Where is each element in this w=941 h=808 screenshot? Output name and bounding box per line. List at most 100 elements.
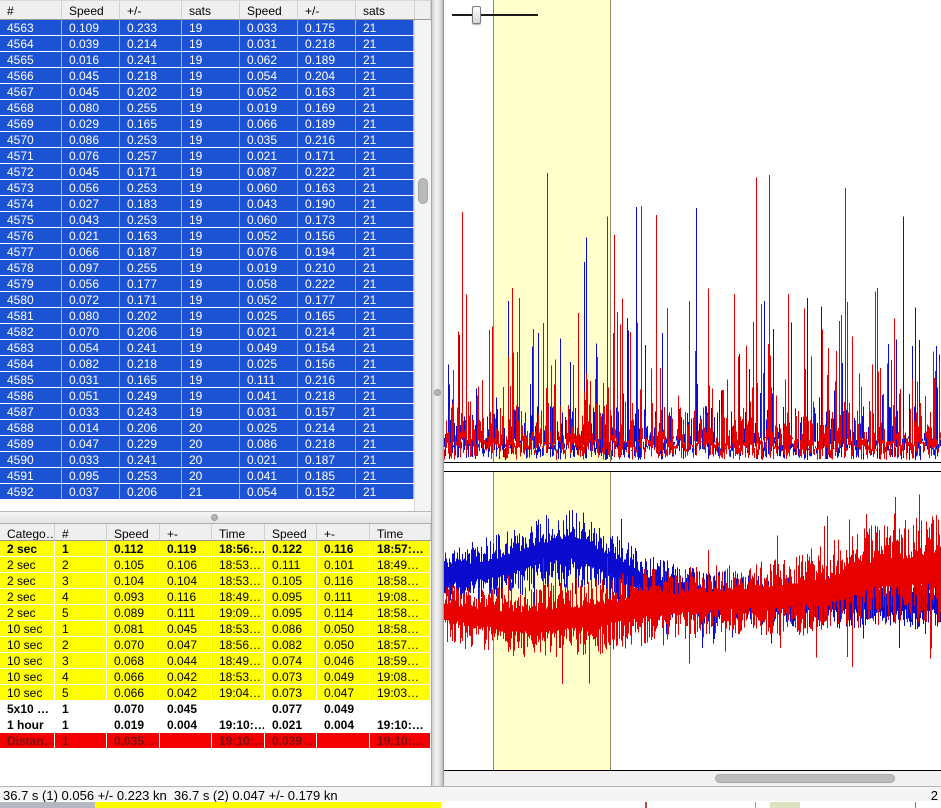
slider-handle-icon[interactable] — [472, 6, 481, 24]
table-cell: 20 — [182, 436, 240, 451]
vertical-scrollbar[interactable] — [414, 20, 431, 511]
table-row[interactable]: 45710.0760.257190.0210.17121 — [0, 148, 414, 164]
table-cell: 4590 — [0, 452, 62, 467]
column-header: Speed — [62, 1, 120, 19]
result-row[interactable]: 10 sec10.0810.04518:53…0.0860.05018:58… — [0, 621, 431, 637]
table-row[interactable]: 45870.0330.243190.0310.15721 — [0, 404, 414, 420]
result-row[interactable]: 2 sec40.0930.11618:49…0.0950.11119:08… — [0, 589, 431, 605]
table-row[interactable]: 45680.0800.255190.0190.16921 — [0, 100, 414, 116]
speed-trace-chart-plot[interactable] — [444, 472, 941, 770]
table-cell: 1 — [55, 701, 107, 717]
result-row[interactable]: 10 sec20.0700.04718:56…0.0820.05018:57… — [0, 637, 431, 653]
table-row[interactable]: 45810.0800.202190.0250.16521 — [0, 308, 414, 324]
table-cell: 0.189 — [298, 116, 356, 131]
table-row[interactable]: 45910.0950.253200.0410.18521 — [0, 468, 414, 484]
table-cell: 0.042 — [160, 685, 212, 701]
result-row[interactable]: Distan…10.035 …19:10:…0.039 …19:10:… — [0, 733, 431, 749]
column-header: Speed — [240, 1, 298, 19]
table-row[interactable]: 45890.0470.229200.0860.21821 — [0, 436, 414, 452]
table-cell: 4583 — [0, 340, 62, 355]
splitter-grip-icon[interactable] — [211, 514, 218, 521]
horizontal-scrollbar-thumb[interactable] — [715, 774, 895, 783]
table-cell: 2 sec — [0, 557, 55, 573]
trackpoint-table-header[interactable]: #Speed+/-satsSpeed+/-sats — [0, 0, 431, 20]
table-cell: 19:10:… — [370, 717, 431, 733]
table-row[interactable]: 45830.0540.241190.0490.15421 — [0, 340, 414, 356]
result-row[interactable]: 1 hour10.0190.00419:10:…0.0210.00419:10:… — [0, 717, 431, 733]
speed-trace-chart[interactable] — [444, 471, 941, 771]
table-cell: 0.243 — [120, 404, 182, 419]
trackpoint-table[interactable]: #Speed+/-satsSpeed+/-sats 45630.1090.233… — [0, 0, 431, 511]
table-cell: 0.114 — [317, 605, 370, 621]
table-row[interactable]: 45760.0210.163190.0520.15621 — [0, 228, 414, 244]
table-cell: 21 — [356, 84, 414, 99]
table-row[interactable]: 45640.0390.214190.0310.21821 — [0, 36, 414, 52]
status-bar: 36.7 s (1) 0.056 +/- 0.223 kn 36.7 s (2)… — [0, 786, 941, 801]
result-row[interactable]: 2 sec30.1040.10418:53…0.1050.11618:58… — [0, 573, 431, 589]
table-cell: 0.253 — [120, 180, 182, 195]
vertical-splitter[interactable] — [431, 0, 444, 786]
slider-track[interactable] — [452, 14, 538, 16]
table-cell: 21 — [356, 420, 414, 435]
table-row[interactable]: 45900.0330.241200.0210.18721 — [0, 452, 414, 468]
result-row[interactable]: 2 sec20.1050.10618:53…0.1110.10118:49… — [0, 557, 431, 573]
table-cell: 19 — [182, 52, 240, 67]
result-row[interactable]: 5x10 …10.0700.0450.0770.049 — [0, 701, 431, 717]
table-row[interactable]: 45780.0970.255190.0190.21021 — [0, 260, 414, 276]
trackpoint-table-body[interactable]: 45630.1090.233190.0330.1752145640.0390.2… — [0, 20, 414, 500]
table-row[interactable]: 45880.0140.206200.0250.21421 — [0, 420, 414, 436]
table-cell: 4588 — [0, 420, 62, 435]
column-header: sats — [356, 1, 415, 19]
table-cell: 4570 — [0, 132, 62, 147]
table-cell: 5 — [55, 685, 107, 701]
results-table-body[interactable]: 2 sec10.1120.11918:56:…0.1220.11618:57:…… — [0, 541, 431, 749]
table-row[interactable]: 45730.0560.253190.0600.16321 — [0, 180, 414, 196]
table-row[interactable]: 45790.0560.177190.0580.22221 — [0, 276, 414, 292]
table-cell: 19 — [182, 404, 240, 419]
horizontal-scrollbar[interactable] — [444, 771, 941, 786]
result-row[interactable]: 2 sec10.1120.11918:56:…0.1220.11618:57:… — [0, 541, 431, 557]
table-cell: 21 — [356, 100, 414, 115]
table-row[interactable]: 45750.0430.253190.0600.17321 — [0, 212, 414, 228]
table-row[interactable]: 45800.0720.171190.0520.17721 — [0, 292, 414, 308]
results-table[interactable]: Catego…#Speed+-TimeSpeed+-Time 2 sec10.1… — [0, 524, 431, 749]
table-cell: 0.021 — [240, 148, 298, 163]
table-row[interactable]: 45820.0700.206190.0210.21421 — [0, 324, 414, 340]
table-row[interactable]: 45670.0450.202190.0520.16321 — [0, 84, 414, 100]
table-row[interactable]: 45920.0370.206210.0540.15221 — [0, 484, 414, 500]
error-spike-chart[interactable] — [444, 0, 941, 463]
table-cell: 0.089 — [107, 605, 160, 621]
table-row[interactable]: 45660.0450.218190.0540.20421 — [0, 68, 414, 84]
table-cell: 0.058 — [240, 276, 298, 291]
zoom-slider[interactable] — [452, 0, 544, 30]
table-cell: 18:57:… — [370, 541, 431, 557]
error-spike-chart-plot[interactable] — [444, 0, 941, 462]
table-row[interactable]: 45720.0450.171190.0870.22221 — [0, 164, 414, 180]
table-cell: 0.049 — [240, 340, 298, 355]
horizontal-splitter[interactable] — [0, 511, 431, 524]
table-row[interactable]: 45630.1090.233190.0330.17521 — [0, 20, 414, 36]
table-cell: 0.222 — [298, 276, 356, 291]
table-row[interactable]: 45740.0270.183190.0430.19021 — [0, 196, 414, 212]
result-row[interactable]: 10 sec30.0680.04418:49…0.0740.04618:59… — [0, 653, 431, 669]
table-cell: 0.194 — [298, 244, 356, 259]
table-cell: 0.066 — [107, 669, 160, 685]
table-row[interactable]: 45860.0510.249190.0410.21821 — [0, 388, 414, 404]
splitter-grip-icon[interactable] — [434, 389, 441, 396]
table-cell: 21 — [356, 68, 414, 83]
table-row[interactable]: 45840.0820.218190.0250.15621 — [0, 356, 414, 372]
table-row[interactable]: 45770.0660.187190.0760.19421 — [0, 244, 414, 260]
result-row[interactable]: 2 sec50.0890.11119:09…0.0950.11418:58… — [0, 605, 431, 621]
table-row[interactable]: 45850.0310.165190.1110.21621 — [0, 372, 414, 388]
vertical-scrollbar-thumb[interactable] — [418, 178, 428, 204]
table-row[interactable]: 45650.0160.241190.0620.18921 — [0, 52, 414, 68]
table-cell: 0.214 — [120, 36, 182, 51]
result-row[interactable]: 10 sec50.0660.04219:04…0.0730.04719:03… — [0, 685, 431, 701]
table-row[interactable]: 45690.0290.165190.0660.18921 — [0, 116, 414, 132]
table-cell: 0.045 — [62, 68, 120, 83]
table-cell: 21 — [356, 228, 414, 243]
table-row[interactable]: 45700.0860.253190.0350.21621 — [0, 132, 414, 148]
table-cell: 0.111 — [317, 589, 370, 605]
results-table-header[interactable]: Catego…#Speed+-TimeSpeed+-Time — [0, 524, 431, 541]
result-row[interactable]: 10 sec40.0660.04218:53…0.0730.04919:08… — [0, 669, 431, 685]
